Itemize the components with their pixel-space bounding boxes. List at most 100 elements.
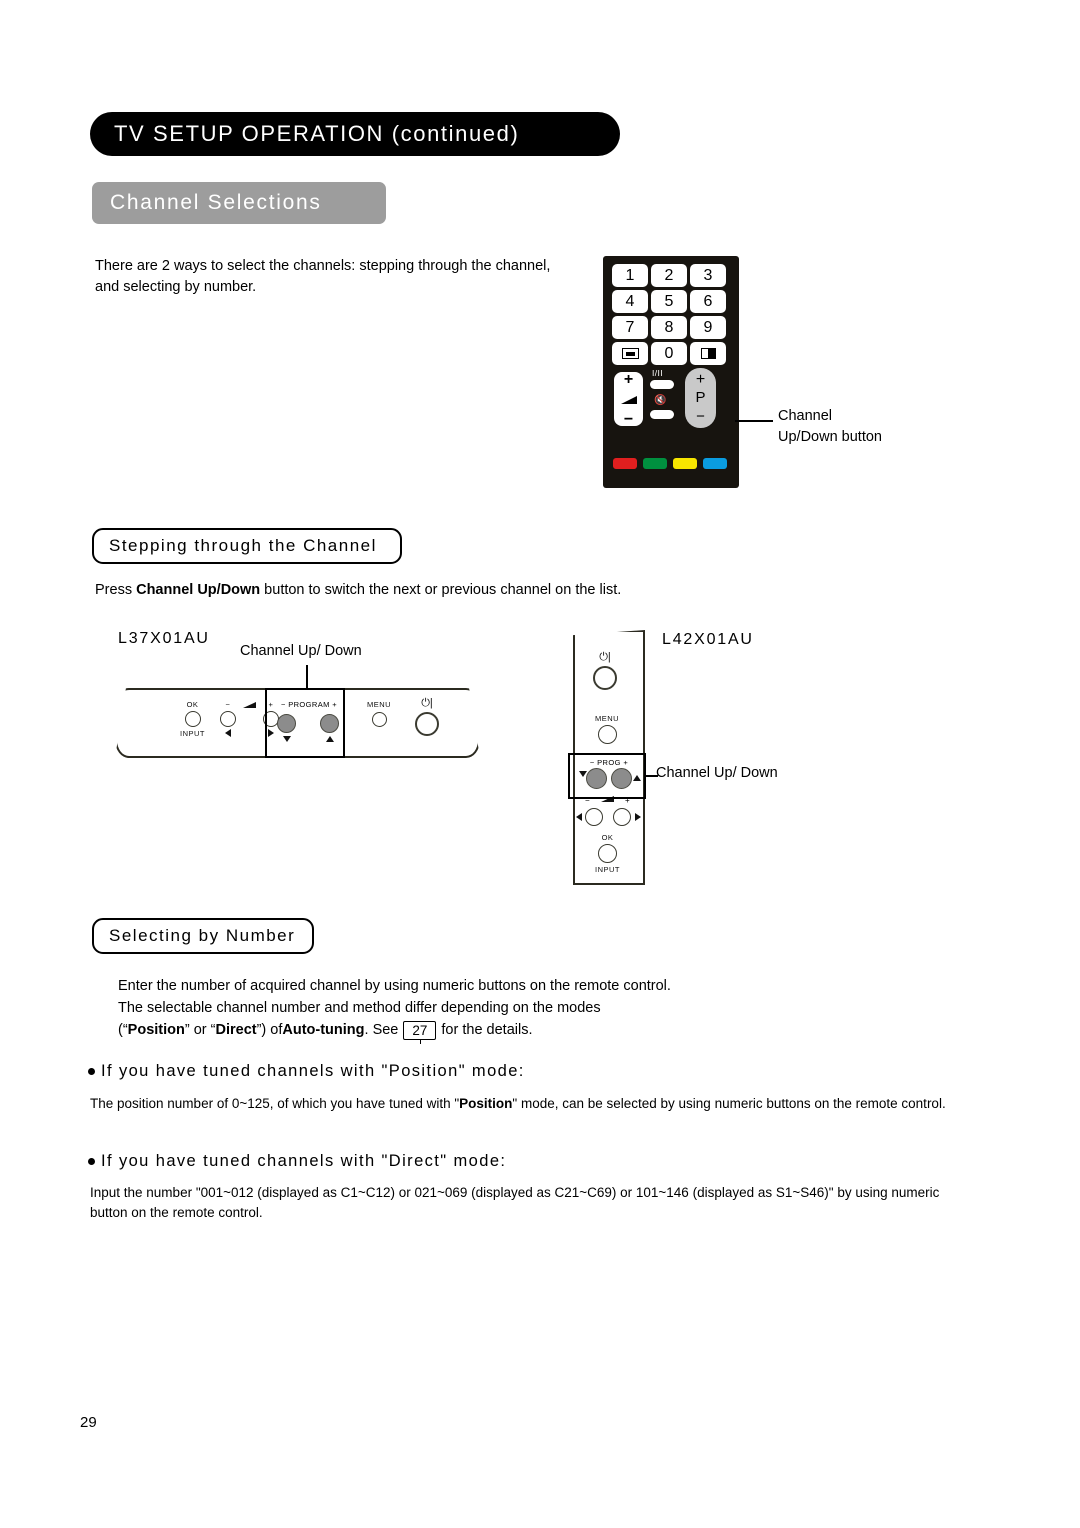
selecting-line1: Enter the number of acquired channel by …: [118, 978, 671, 994]
l42-power-control[interactable]: ⏻|: [593, 652, 617, 690]
selecting-line3: (“ Position” or “Direct”) of Auto-tuning.…: [118, 1020, 778, 1044]
l42-channel-highlight-box: [568, 753, 646, 799]
l37-ok-input-control[interactable]: OK INPUT: [180, 700, 205, 738]
l37-ok-label: OK: [186, 700, 199, 709]
l37-power-control[interactable]: ⏻|: [415, 698, 439, 736]
picture-mode-icon[interactable]: [690, 342, 726, 365]
remote-key-0[interactable]: 0: [651, 342, 687, 365]
l37-channel-highlight-box: [265, 688, 345, 758]
red-button[interactable]: [613, 458, 637, 469]
l37-input-label: INPUT: [180, 729, 205, 738]
page-reference-box[interactable]: 27: [403, 1021, 437, 1044]
subhead-number-label: Selecting by Number: [109, 926, 296, 945]
line3-mid3: . See: [364, 1022, 399, 1038]
power-icon: ⏻|: [599, 651, 611, 663]
line3-mid1: ” or “: [184, 1022, 216, 1038]
color-buttons-row: [613, 458, 727, 469]
selecting-line2: The selectable channel number and method…: [118, 1000, 601, 1016]
l42-ok-knob[interactable]: [598, 844, 617, 863]
page-title: TV SETUP OPERATION (continued): [114, 121, 520, 146]
l42-ok-label: OK: [601, 833, 614, 842]
l37-volume-down-control[interactable]: −: [220, 700, 236, 737]
stepping-body-paragraph: Press Channel Up/Down button to switch t…: [95, 580, 735, 601]
position-mode-heading: If you have tuned channels with "Positio…: [88, 1062, 525, 1081]
l42-menu-knob[interactable]: [597, 725, 617, 744]
l42-left-arrow-icon: [576, 813, 582, 821]
remote-callout-leader-line: [735, 420, 773, 422]
volume-rocker-button[interactable]: + −: [614, 371, 643, 428]
l37-menu-knob[interactable]: [371, 712, 387, 727]
line3-mid2: ”) of: [256, 1022, 283, 1038]
l37-menu-label: MENU: [367, 700, 392, 709]
remote-control-illustration: 1 2 3 4 5 6 7 8 9 0 + − I/II 🔇 + P −: [603, 256, 739, 488]
sound-mode-label: I/II: [652, 368, 664, 378]
position-mode-heading-label: If you have tuned channels with "Positio…: [101, 1062, 525, 1080]
yellow-button[interactable]: [673, 458, 697, 469]
position-mode-body: The position number of 0~125, of which y…: [90, 1094, 1002, 1114]
page-number: 29: [80, 1414, 97, 1431]
l42-callout-label: Channel Up/ Down: [656, 765, 778, 781]
direct-mode-heading-label: If you have tuned channels with "Direct"…: [101, 1152, 507, 1170]
remote-key-9[interactable]: 9: [690, 316, 726, 339]
l37-left-arrow-icon: [225, 729, 231, 737]
line3-bold-autotuning: Auto-tuning: [282, 1022, 365, 1038]
channel-up-label: +: [695, 370, 706, 388]
section-title: Channel Selections: [110, 191, 322, 214]
remote-keypad: 1 2 3 4 5 6 7 8 9 0: [612, 264, 730, 365]
l42-power-knob[interactable]: [593, 666, 617, 690]
line3-pre: (“: [118, 1022, 128, 1038]
subhead-selecting-by-number: Selecting by Number: [92, 918, 314, 954]
l37-callout-label: Channel Up/ Down: [240, 643, 362, 659]
channel-down-label: −: [696, 408, 705, 426]
intro-paragraph: There are 2 ways to select the channels:…: [95, 258, 551, 296]
l37-ok-knob[interactable]: [184, 711, 201, 727]
line3-post: for the details.: [441, 1022, 533, 1038]
mute-button[interactable]: [650, 410, 674, 419]
l42-menu-control[interactable]: MENU: [595, 714, 619, 744]
channel-up-down-button[interactable]: + P −: [685, 368, 716, 428]
l37-power-knob[interactable]: [415, 712, 439, 736]
l37-volume-wedge-icon: [243, 702, 256, 708]
press-pre: Press: [95, 582, 137, 598]
remote-key-7[interactable]: 7: [612, 316, 648, 339]
remote-callout-label: Channel Up/Down button: [778, 406, 882, 448]
green-button[interactable]: [643, 458, 667, 469]
l37-menu-control[interactable]: MENU: [367, 700, 391, 727]
press-post: button to switch the next or previous ch…: [260, 582, 622, 598]
remote-key-3[interactable]: 3: [690, 264, 726, 287]
l42-input-label: INPUT: [595, 865, 620, 874]
l37-volume-minus-label: −: [225, 700, 231, 709]
blue-button[interactable]: [703, 458, 727, 469]
l42-volume-up-knob[interactable]: [613, 808, 631, 826]
remote-callout-line2: Up/Down button: [778, 429, 882, 446]
remote-key-1[interactable]: 1: [612, 264, 648, 287]
remote-key-4[interactable]: 4: [612, 290, 648, 313]
l42-model-label: L42X01AU: [662, 631, 754, 648]
l37-volume-down-knob[interactable]: [220, 711, 236, 727]
remote-key-5[interactable]: 5: [651, 290, 687, 313]
picture-mode-glyph: [700, 348, 716, 359]
remote-key-6[interactable]: 6: [690, 290, 726, 313]
line3-bold-position: Position: [127, 1022, 185, 1038]
l37-model-label: L37X01AU: [118, 630, 210, 647]
subhead-stepping-label: Stepping through the Channel: [109, 536, 377, 555]
l42-right-arrow-icon: [635, 813, 641, 821]
position-body-post: " mode, can be selected by using numeric…: [512, 1096, 946, 1111]
l42-ok-input-control[interactable]: OK INPUT: [595, 833, 620, 874]
program-label: P: [695, 389, 706, 407]
sound-mode-button[interactable]: [650, 380, 674, 389]
section-title-box: Channel Selections: [92, 182, 386, 224]
remote-callout-line1: Channel: [778, 408, 833, 424]
teletext-glyph: [621, 348, 639, 359]
position-body-bold: Position: [459, 1096, 513, 1111]
remote-key-2[interactable]: 2: [651, 264, 687, 287]
volume-down-label: −: [623, 411, 634, 428]
press-bold-channel-up: Channel Up: [136, 582, 217, 598]
volume-up-label: +: [623, 371, 634, 388]
remote-key-8[interactable]: 8: [651, 316, 687, 339]
teletext-icon[interactable]: [612, 342, 648, 365]
l42-volume-down-knob[interactable]: [585, 808, 603, 826]
page-header-banner: TV SETUP OPERATION (continued): [90, 112, 620, 156]
subhead-stepping-through-channel: Stepping through the Channel: [92, 528, 402, 564]
line3-bold-direct: Direct: [215, 1022, 257, 1038]
